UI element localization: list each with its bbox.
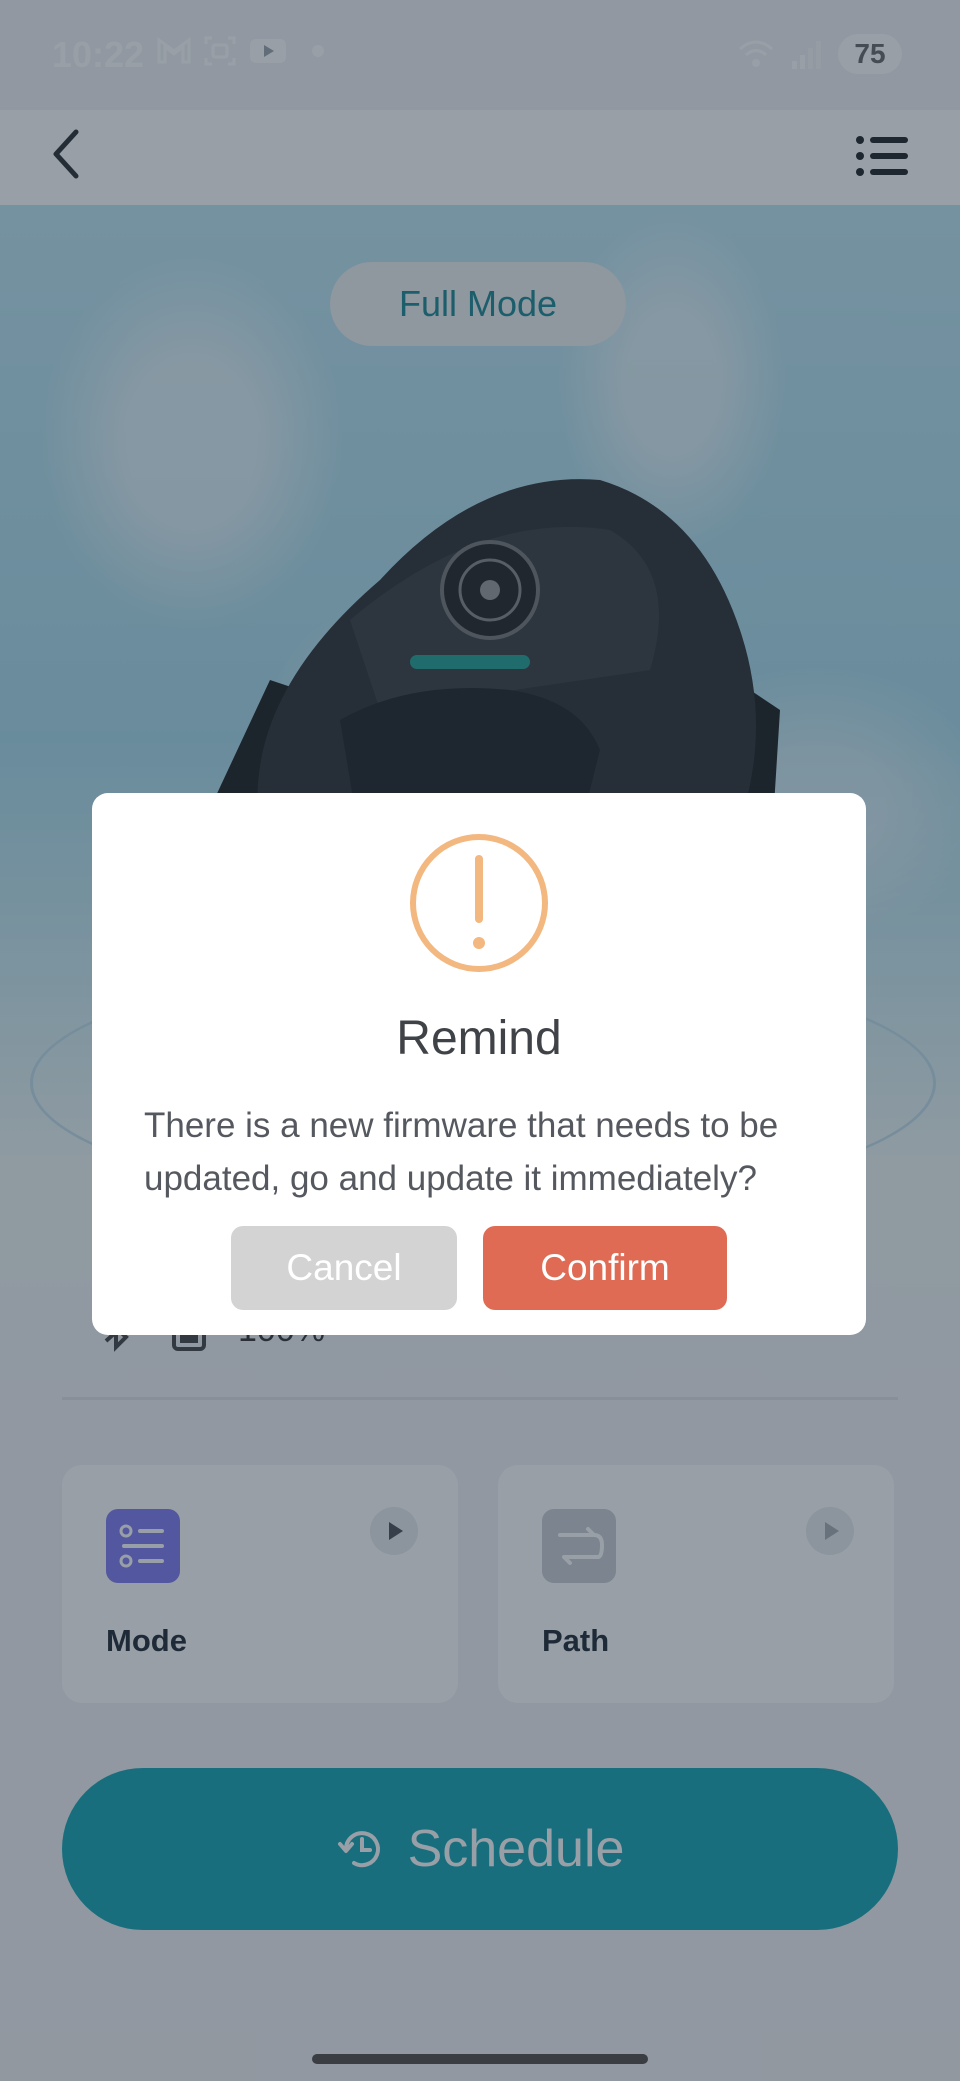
dialog-message: There is a new firmware that needs to be… xyxy=(144,1106,779,1198)
warning-icon xyxy=(410,834,548,972)
confirm-button[interactable]: Confirm xyxy=(483,1226,727,1310)
cancel-button[interactable]: Cancel xyxy=(231,1226,457,1310)
home-indicator[interactable] xyxy=(312,2054,648,2064)
firmware-update-dialog: Remind There is a new firmware that need… xyxy=(92,793,866,1335)
dialog-title: Remind xyxy=(396,1012,562,1065)
